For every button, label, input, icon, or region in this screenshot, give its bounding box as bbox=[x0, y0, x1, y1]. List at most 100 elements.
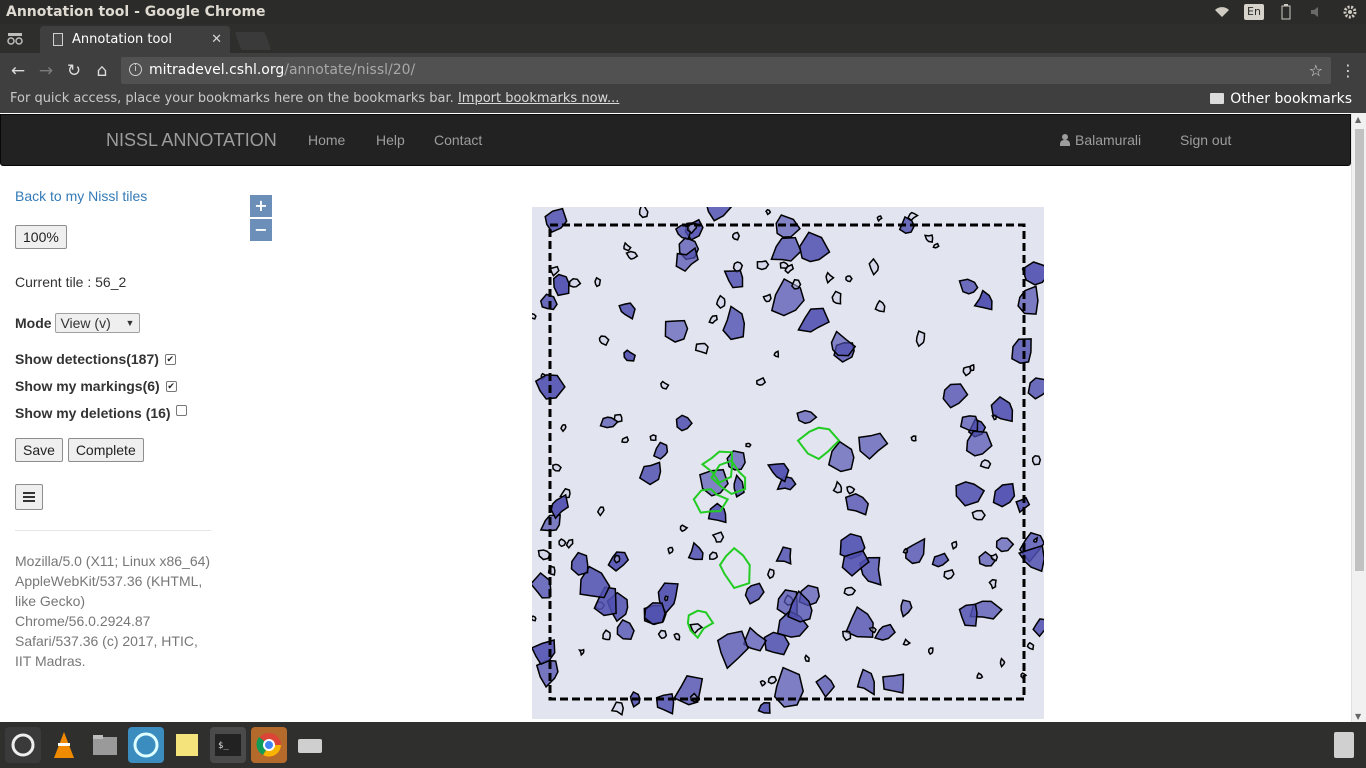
save-button[interactable]: Save bbox=[15, 438, 63, 462]
detected-cell[interactable] bbox=[756, 260, 770, 271]
wifi-icon[interactable] bbox=[1206, 0, 1238, 24]
zoom-level-button[interactable]: 100% bbox=[15, 225, 67, 249]
window-title: Annotation tool - Google Chrome bbox=[6, 4, 266, 20]
detected-cell[interactable] bbox=[552, 463, 562, 472]
detected-cell[interactable] bbox=[845, 275, 853, 283]
user-name: Balamurali bbox=[1075, 132, 1142, 148]
nav-contact-link[interactable]: Contact bbox=[434, 115, 482, 165]
drive-icon[interactable] bbox=[292, 727, 328, 763]
detected-cell[interactable] bbox=[708, 551, 719, 561]
detected-cell[interactable] bbox=[745, 442, 752, 448]
detected-cell[interactable] bbox=[767, 675, 778, 685]
complete-button[interactable]: Complete bbox=[67, 438, 144, 462]
scroll-up-arrow-icon[interactable]: ▲ bbox=[1355, 115, 1361, 124]
detected-cell[interactable] bbox=[843, 586, 857, 596]
tile-overlay[interactable] bbox=[529, 196, 1052, 719]
detected-cell[interactable] bbox=[530, 615, 537, 622]
detected-cell[interactable] bbox=[759, 679, 767, 687]
detected-cell[interactable] bbox=[530, 312, 537, 320]
detected-cell[interactable] bbox=[846, 485, 856, 495]
detected-cell[interactable] bbox=[882, 673, 905, 694]
trash-icon[interactable] bbox=[1334, 732, 1354, 758]
show-deletions-checkbox[interactable] bbox=[176, 405, 188, 416]
detected-cell[interactable] bbox=[910, 435, 917, 442]
mode-select[interactable]: View (v) ▼ bbox=[55, 313, 141, 333]
detected-cell[interactable] bbox=[613, 554, 621, 564]
chrome-app-icon[interactable] bbox=[251, 727, 287, 763]
detected-cell[interactable] bbox=[902, 547, 909, 555]
tab-close-icon[interactable]: ✕ bbox=[211, 26, 222, 53]
tab-title: Annotation tool bbox=[72, 32, 173, 47]
reload-icon[interactable]: ↻ bbox=[63, 60, 85, 82]
detected-cell[interactable] bbox=[1031, 455, 1042, 466]
vlc-icon[interactable] bbox=[46, 727, 82, 763]
map-zoom-in-button[interactable]: + bbox=[250, 195, 272, 217]
scroll-thumb[interactable] bbox=[1355, 129, 1364, 571]
os-window-titlebar: Annotation tool - Google Chrome En bbox=[0, 0, 1366, 24]
detected-cell[interactable] bbox=[927, 647, 934, 656]
detected-cell[interactable] bbox=[663, 595, 669, 602]
browser-tabstrip: Annotation tool ✕ bbox=[0, 24, 1366, 53]
desktop-launcher: $_ bbox=[0, 722, 1366, 768]
back-arrow-icon[interactable]: ← bbox=[7, 60, 29, 82]
show-detections-checkbox[interactable]: ✔ bbox=[164, 354, 176, 365]
detected-cell[interactable] bbox=[667, 546, 674, 555]
detected-cell[interactable] bbox=[657, 629, 668, 640]
home-icon[interactable]: ⌂ bbox=[91, 60, 113, 82]
detected-cell[interactable] bbox=[951, 540, 958, 550]
battery-icon[interactable] bbox=[1270, 0, 1302, 24]
files-icon[interactable] bbox=[87, 727, 123, 763]
back-to-tiles-link[interactable]: Back to my Nissl tiles bbox=[15, 188, 147, 204]
new-tab-button[interactable] bbox=[234, 32, 272, 50]
detected-cell[interactable] bbox=[990, 553, 999, 562]
sidebar-divider bbox=[15, 530, 211, 531]
bookmark-star-icon[interactable]: ☆ bbox=[1309, 57, 1323, 84]
menu-toggle-button[interactable] bbox=[15, 484, 43, 510]
detected-cell[interactable] bbox=[594, 276, 602, 288]
page-viewport: NISSL ANNOTATION Home Help Contact Balam… bbox=[0, 113, 1366, 722]
detected-cell[interactable] bbox=[638, 201, 649, 219]
detected-cell[interactable] bbox=[649, 434, 657, 442]
dropdown-caret-icon: ▼ bbox=[125, 318, 135, 328]
incognito-menu-icon[interactable] bbox=[6, 30, 26, 48]
import-bookmarks-link[interactable]: Import bookmarks now... bbox=[458, 91, 619, 106]
nissl-tile-canvas[interactable] bbox=[529, 196, 1052, 719]
ubuntu-dash-icon[interactable] bbox=[5, 727, 41, 763]
tab-annotation-tool[interactable]: Annotation tool ✕ bbox=[40, 26, 230, 53]
detected-cell[interactable] bbox=[979, 459, 992, 470]
map-zoom-out-button[interactable]: − bbox=[250, 219, 272, 241]
url-path: /annotate/nissl/20/ bbox=[284, 62, 416, 78]
site-info-icon[interactable]: i bbox=[129, 63, 142, 76]
address-bar[interactable]: i mitradevel.cshl.org/annotate/nissl/20/… bbox=[121, 57, 1331, 84]
detected-cell[interactable] bbox=[552, 273, 570, 297]
show-detections-row: Show detections(187) ✔ bbox=[15, 351, 176, 367]
mode-row: Mode View (v) ▼ bbox=[15, 313, 141, 333]
detected-cell[interactable] bbox=[971, 509, 986, 521]
page-scrollbar[interactable]: ▲ ▼ bbox=[1351, 113, 1366, 722]
chrome-menu-icon[interactable]: ⋮ bbox=[1340, 61, 1356, 80]
user-menu[interactable]: Balamurali bbox=[1059, 115, 1141, 165]
show-markings-row: Show my markings(6) ✔ bbox=[15, 378, 177, 394]
scroll-down-arrow-icon[interactable]: ▼ bbox=[1355, 712, 1361, 721]
nav-help-link[interactable]: Help bbox=[376, 115, 405, 165]
detected-cell[interactable] bbox=[765, 208, 772, 216]
terminal-icon[interactable]: $_ bbox=[210, 727, 246, 763]
notes-icon[interactable] bbox=[169, 727, 205, 763]
navbar-brand[interactable]: NISSL ANNOTATION bbox=[106, 115, 277, 165]
show-markings-checkbox[interactable]: ✔ bbox=[165, 381, 177, 392]
detected-cell[interactable] bbox=[766, 568, 775, 580]
keyboard-layout-indicator[interactable]: En bbox=[1238, 0, 1270, 24]
url-host: mitradevel.cshl.org bbox=[149, 62, 285, 78]
other-bookmarks-button[interactable]: Other bookmarks bbox=[1210, 88, 1352, 110]
sign-out-link[interactable]: Sign out bbox=[1180, 115, 1231, 165]
browser-app-icon[interactable] bbox=[128, 727, 164, 763]
svg-text:$_: $_ bbox=[218, 741, 229, 751]
detected-cell[interactable] bbox=[664, 319, 689, 343]
detected-cell[interactable] bbox=[779, 261, 789, 270]
detected-cell[interactable] bbox=[791, 278, 802, 290]
detected-cell[interactable] bbox=[731, 231, 741, 241]
sound-icon[interactable] bbox=[1302, 0, 1334, 24]
nav-home-link[interactable]: Home bbox=[308, 115, 345, 165]
forward-arrow-icon[interactable]: → bbox=[35, 60, 57, 82]
settings-gear-icon[interactable] bbox=[1334, 0, 1366, 24]
